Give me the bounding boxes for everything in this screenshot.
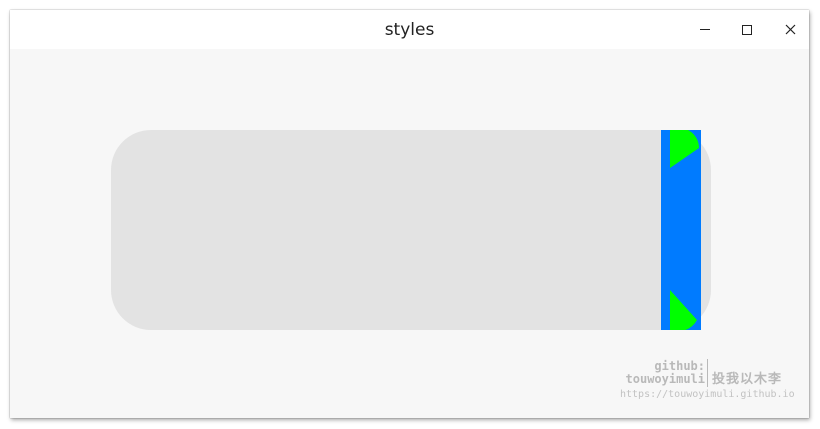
minimize-icon	[700, 29, 710, 30]
watermark-signature: 投我以木李	[712, 372, 783, 387]
minimize-button[interactable]	[685, 10, 725, 49]
watermark-github: github: touwoyimuli	[615, 360, 705, 386]
watermark: github: touwoyimuli 投我以木李 https://touwoy…	[600, 355, 800, 405]
close-icon	[785, 24, 796, 35]
watermark-github-user: touwoyimuli	[625, 372, 705, 386]
styled-slider-track[interactable]	[111, 130, 711, 330]
watermark-divider	[707, 359, 708, 387]
slider-handle[interactable]	[661, 130, 701, 330]
maximize-icon	[742, 25, 752, 35]
maximize-button[interactable]	[727, 10, 767, 49]
titlebar[interactable]: styles	[10, 10, 809, 49]
close-button[interactable]	[770, 10, 809, 49]
watermark-url: https://touwoyimuli.github.io	[620, 389, 795, 400]
app-window: styles github: touwoyimuli 投我以木李 https:/…	[10, 10, 809, 418]
